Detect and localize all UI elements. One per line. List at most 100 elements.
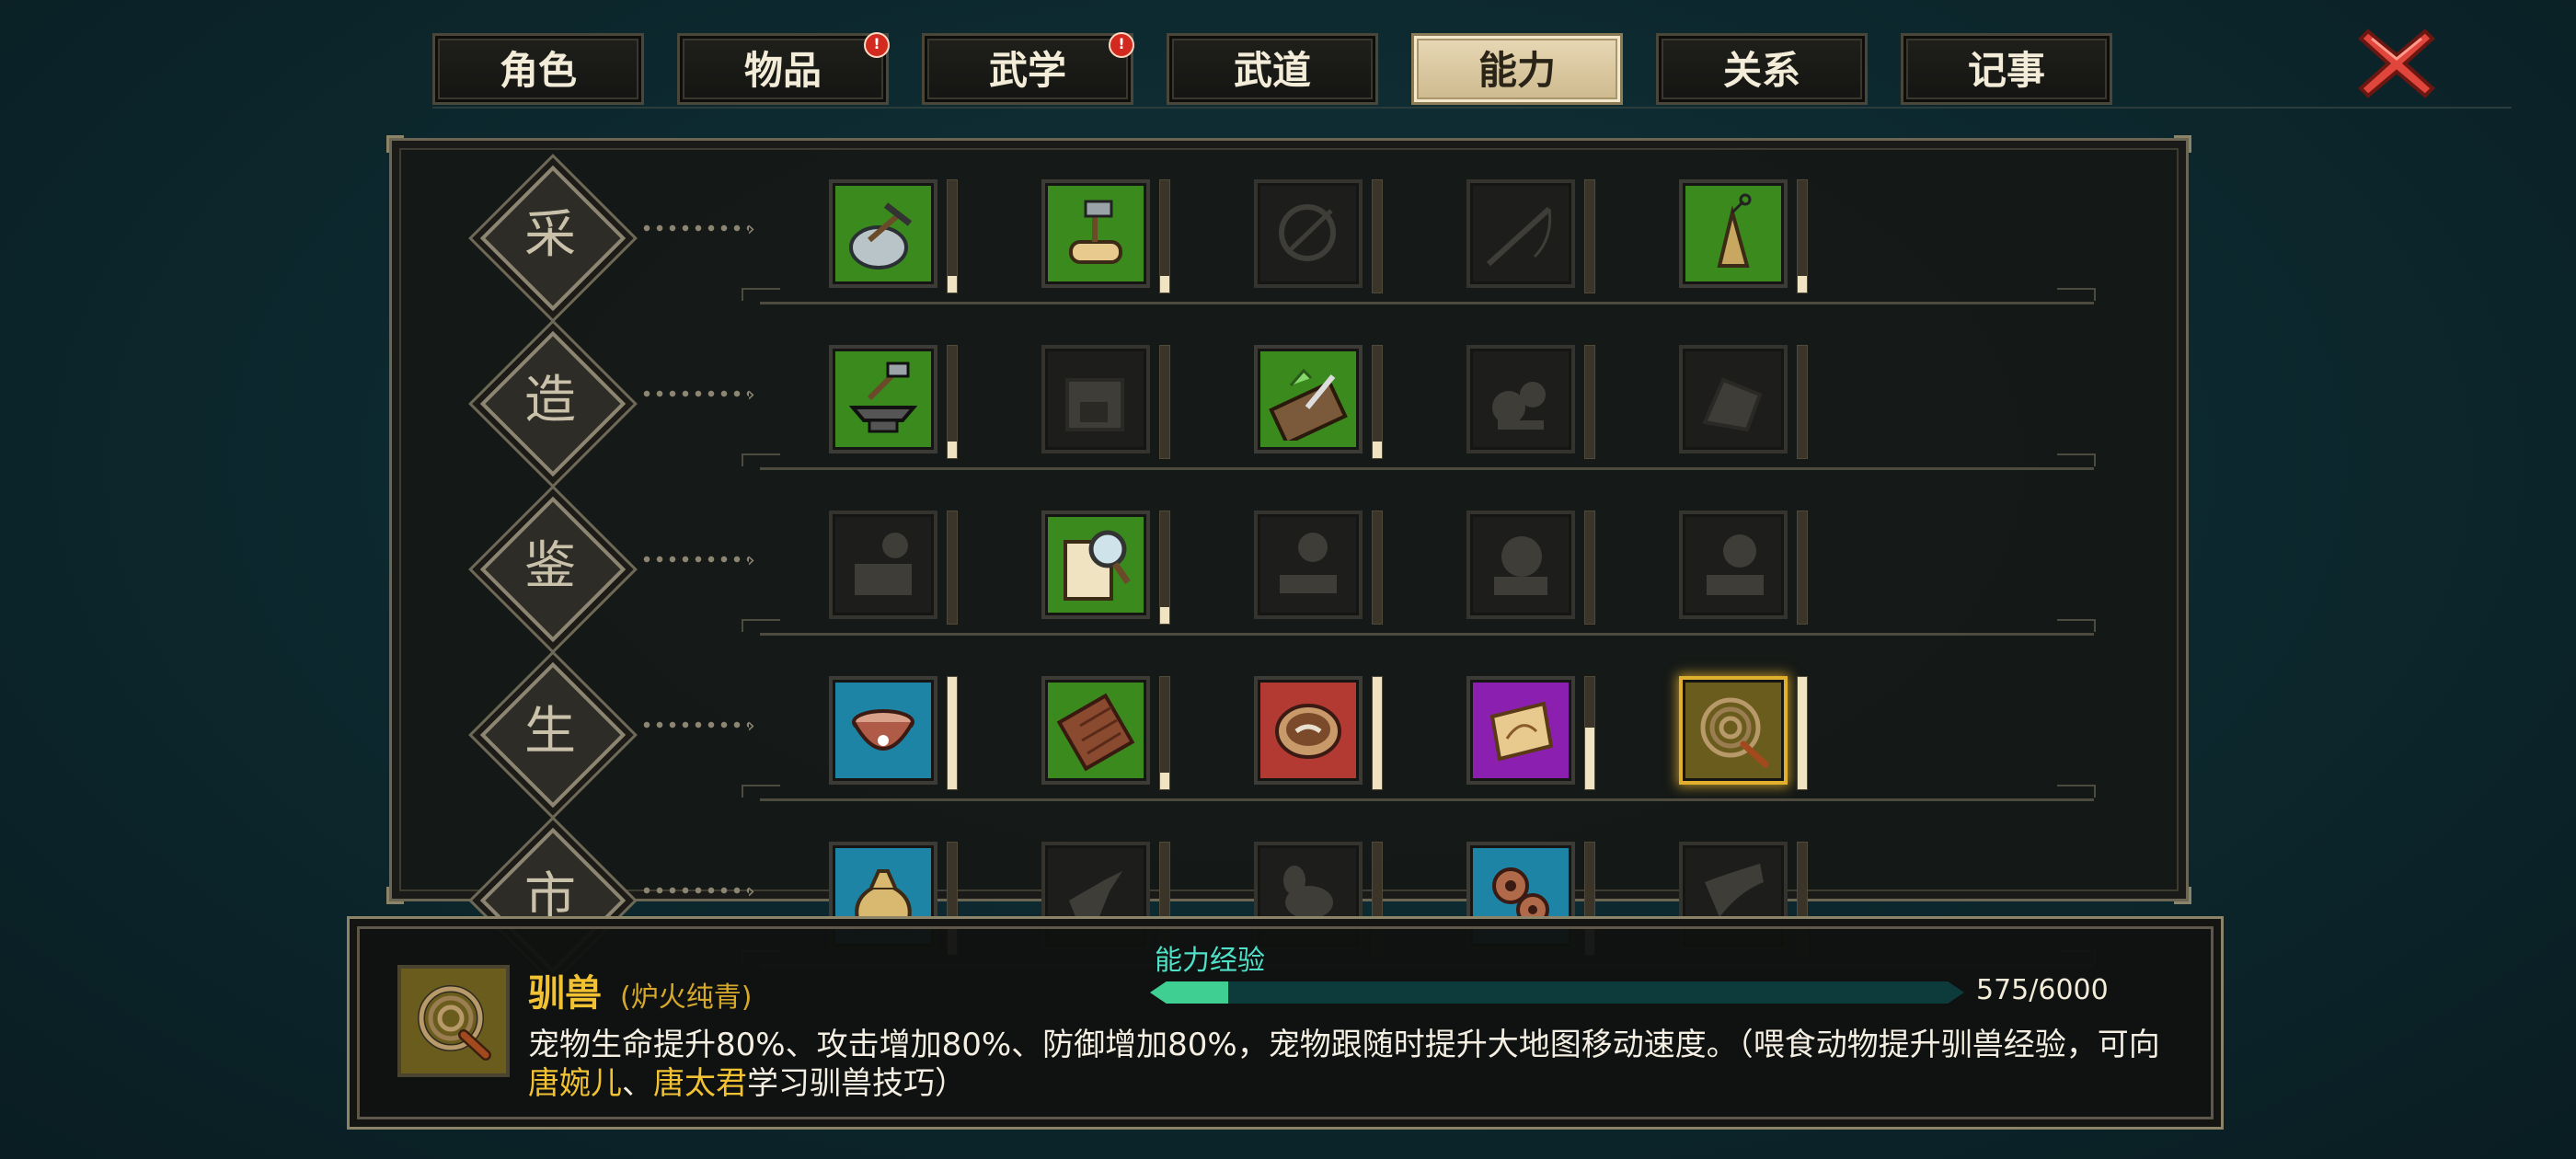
close-button[interactable] <box>2355 22 2438 105</box>
ability-row: 鉴 › <box>392 490 2186 643</box>
ability-level-bar <box>1797 676 1808 790</box>
notification-badge: ! <box>1109 32 1134 58</box>
ability-slot[interactable] <box>1466 511 1595 628</box>
row-divider-hook <box>2057 785 2096 798</box>
ability-level-fill <box>1373 677 1382 789</box>
connector-arrow-icon: › <box>747 549 755 572</box>
ability-slot[interactable] <box>1041 179 1170 297</box>
fishing-net-icon <box>1279 204 1336 261</box>
ability-level-fill <box>1798 275 1807 293</box>
npc-name-link[interactable]: 唐太君 <box>653 1065 747 1102</box>
ability-icon-frame <box>829 179 937 288</box>
whip-icon <box>418 985 491 1061</box>
ability-slot[interactable] <box>1679 345 1808 463</box>
tab-relations[interactable]: 关系 <box>1656 33 1868 105</box>
ability-icon-frame <box>1254 511 1363 619</box>
skill-detail-panel: 驯兽 (炉火纯青) 能力经验 575/6000 宠物生命提升80%、攻击增加80… <box>347 916 2224 1130</box>
anvil-hammer-icon <box>848 361 918 433</box>
ability-grid-panel: 采 › 造 › 鉴 › 生 › 市 › <box>386 135 2191 974</box>
ability-level-bar <box>1797 511 1808 625</box>
ability-slot[interactable] <box>829 511 958 628</box>
ability-icon-frame <box>1466 676 1575 785</box>
row-divider-hook <box>742 785 780 798</box>
row-divider-hook <box>742 288 780 301</box>
ability-icon-frame <box>1679 511 1788 619</box>
ability-slot[interactable] <box>1041 345 1170 463</box>
tab-journal[interactable]: 记事 <box>1901 33 2112 105</box>
appraise-stand-icon <box>1280 533 1337 593</box>
ability-level-bar <box>1372 676 1383 790</box>
ability-level-bar <box>1584 511 1595 625</box>
dotted-connector <box>640 886 749 895</box>
appraise-lens-icon <box>1707 534 1764 595</box>
ability-level-fill <box>948 441 957 458</box>
ability-slot[interactable] <box>829 179 958 297</box>
exp-progress-fill <box>1150 981 1228 1004</box>
ability-slot[interactable] <box>1254 179 1383 297</box>
ability-level-fill <box>1160 772 1169 789</box>
ability-slot[interactable] <box>1466 179 1595 297</box>
ability-icon-frame <box>1254 345 1363 453</box>
ability-icon-frame <box>1041 511 1150 619</box>
ability-slot[interactable] <box>1254 676 1383 794</box>
chocolate-bar-icon <box>1056 693 1135 772</box>
ability-slot[interactable] <box>829 676 958 794</box>
ability-level-bar <box>1159 345 1170 459</box>
panel-corner <box>2174 135 2191 153</box>
ability-icon-frame <box>829 676 937 785</box>
lumber-axe-icon <box>1069 200 1122 264</box>
row-divider <box>760 633 2094 636</box>
row-divider-hook <box>2057 288 2096 301</box>
ability-slot[interactable] <box>1466 345 1595 463</box>
ability-level-fill <box>1160 275 1169 293</box>
npc-name-link[interactable]: 唐婉儿 <box>528 1065 622 1102</box>
ability-slot[interactable] <box>1466 676 1595 794</box>
ability-slot[interactable] <box>1041 511 1170 628</box>
desc-text: 学习驯兽技巧） <box>747 1065 966 1102</box>
category-label: 鉴 <box>524 536 576 596</box>
skill-rank: (炉火纯青) <box>620 981 753 1014</box>
tab-label: 关系 <box>1722 48 1800 93</box>
tab-label: 武学 <box>988 48 1066 93</box>
furnace-icon <box>1065 378 1124 431</box>
ability-level-bar <box>947 511 958 625</box>
ability-level-bar <box>947 345 958 459</box>
ability-slot[interactable] <box>1254 511 1383 628</box>
treasure-map-icon <box>1489 701 1554 762</box>
tab-martial-arts[interactable]: 武学! <box>922 32 1134 105</box>
connector-arrow-icon: › <box>747 715 755 738</box>
dotted-connector <box>640 224 749 233</box>
ability-level-fill <box>1585 727 1594 789</box>
ability-level-bar <box>947 179 958 293</box>
ability-slot[interactable] <box>1041 676 1170 794</box>
ability-level-bar <box>1159 676 1170 790</box>
ability-slot[interactable] <box>1679 179 1808 297</box>
ability-slot[interactable] <box>829 345 958 463</box>
ability-slot[interactable] <box>1679 676 1808 794</box>
herb-grinder-icon <box>1492 382 1546 430</box>
tab-abilities[interactable]: 能力 <box>1411 33 1623 105</box>
ability-icon-frame <box>1679 179 1788 288</box>
skill-description: 宠物生命提升80%、攻击增加80%、防御增加80%，宠物跟随时提升大地图移动速度… <box>528 1026 2184 1103</box>
tab-character[interactable]: 角色 <box>432 33 644 105</box>
ability-level-fill <box>948 275 957 293</box>
ability-level-bar <box>1372 511 1383 625</box>
ability-level-fill <box>1160 606 1169 624</box>
stone-carving-icon <box>1702 377 1763 432</box>
category-label: 采 <box>524 205 576 265</box>
connector-arrow-icon: › <box>747 384 755 407</box>
row-divider <box>760 302 2094 304</box>
mining-pick-icon <box>849 202 913 270</box>
tab-label: 角色 <box>499 48 577 93</box>
tab-label: 武道 <box>1233 48 1311 93</box>
ability-slot[interactable] <box>1679 511 1808 628</box>
ability-level-bar <box>1797 179 1808 293</box>
connector-arrow-icon: › <box>747 880 755 903</box>
ability-slot[interactable] <box>1254 345 1383 463</box>
tab-items[interactable]: 物品! <box>677 32 890 105</box>
ability-level-bar <box>1372 179 1383 293</box>
tab-martial-way[interactable]: 武道 <box>1167 33 1378 105</box>
ability-level-bar <box>947 676 958 790</box>
category-label: 造 <box>524 371 576 430</box>
dotted-connector <box>640 389 749 398</box>
